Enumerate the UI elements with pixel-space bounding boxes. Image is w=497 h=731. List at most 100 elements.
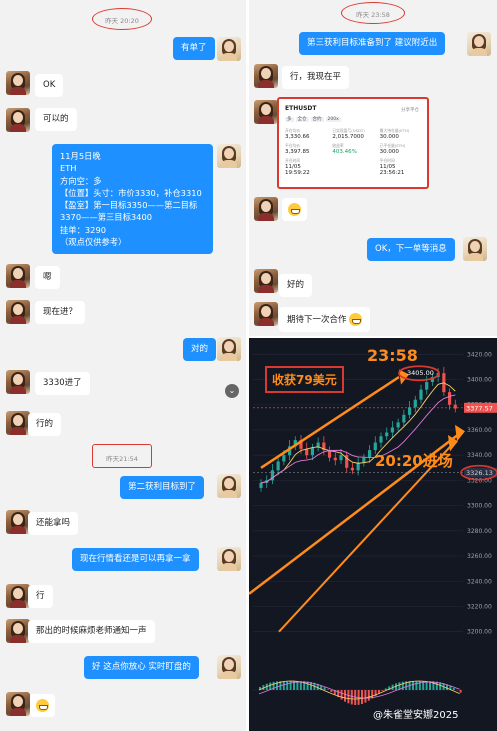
candle-body: [379, 436, 383, 443]
candle-body: [356, 462, 360, 471]
high-price-label: 3405.00: [407, 369, 434, 377]
avatar[interactable]: [217, 655, 241, 679]
scroll-down-button[interactable]: ⌄: [225, 384, 239, 398]
card-stats: 开仓均价 3,330.66 已实现盈亏(USDT) 2,015.7000 最大持仓量…: [285, 128, 410, 176]
candle-body: [407, 407, 412, 415]
message-in: 好的: [279, 274, 313, 297]
y-tick-label: 3340.00: [467, 452, 492, 459]
y-tick-label: 3420.00: [467, 351, 492, 358]
trade-result-card[interactable]: ETHUSDT 分享平仓 多全仓 合约 200x 开仓均价 3,330.66 已实现盈…: [277, 97, 429, 189]
avatar[interactable]: [6, 71, 30, 95]
candle-body: [276, 461, 280, 471]
arrow-head: [455, 424, 465, 442]
avatar[interactable]: [467, 32, 491, 56]
avatar[interactable]: [217, 37, 241, 61]
profit-annotation: 收获79美元: [265, 366, 344, 393]
candle-body: [350, 467, 355, 471]
exit-time-annotation: 23:58: [367, 346, 418, 365]
avatar[interactable]: [6, 264, 30, 288]
avatar[interactable]: [6, 510, 30, 534]
candle-body: [385, 432, 389, 437]
macd-bar: [361, 690, 363, 705]
message-out: 对的: [183, 338, 217, 361]
avatar[interactable]: [6, 619, 30, 643]
macd-bar: [340, 690, 343, 700]
entry-annotation: 20:20进场: [375, 452, 453, 470]
macd-bar: [330, 690, 333, 692]
macd-bar: [282, 681, 285, 690]
macd-bar: [412, 681, 414, 690]
candlestick-chart[interactable]: 3420.003400.003380.003360.003340.003320.…: [249, 338, 497, 731]
message-in: 现在进？: [35, 301, 86, 324]
y-tick-label: 3400.00: [467, 377, 492, 384]
grin-emoji-icon: [288, 203, 301, 216]
timestamp: 昨天21:54: [106, 455, 138, 463]
macd-bar: [350, 690, 353, 705]
message-in: 期待下一次合作: [279, 307, 371, 332]
avatar[interactable]: [217, 474, 241, 498]
avatar[interactable]: [6, 584, 30, 608]
right-chat-panel: 昨天 23:58 第三获利目标准备到了 建议附近出 行，我现在平 ETHUSDT…: [249, 0, 497, 336]
candle-body: [396, 422, 400, 428]
candle-body: [373, 442, 377, 451]
message-in: 3330进了: [35, 372, 90, 395]
message-out: 第二获利目标到了: [120, 476, 205, 499]
price-chart-panel[interactable]: 3420.003400.003380.003360.003340.003320.…: [249, 338, 497, 731]
y-tick-label: 3280.00: [467, 528, 492, 535]
watermark: @朱雀堂安娜2025: [373, 710, 459, 721]
entry-price-label: 3326.13: [466, 469, 493, 477]
avatar[interactable]: [217, 337, 241, 361]
y-tick-label: 3300.00: [467, 503, 492, 510]
timestamp: 昨天 20:20: [105, 17, 139, 25]
avatar[interactable]: [6, 108, 30, 132]
candle-body: [362, 457, 366, 463]
y-tick-label: 3360.00: [467, 427, 492, 434]
candle-body: [402, 414, 406, 423]
current-price-label: 3377.57: [466, 404, 493, 412]
grin-emoji-icon: [36, 699, 49, 712]
avatar[interactable]: [217, 144, 241, 168]
avatar[interactable]: [254, 100, 278, 124]
candle-body: [259, 482, 263, 488]
y-tick-label: 3220.00: [467, 603, 492, 610]
macd-bar: [364, 690, 367, 703]
avatar[interactable]: [6, 692, 30, 716]
message-out: 现在行情看还是可以再拿一拿: [72, 548, 199, 571]
macd-bar: [415, 681, 418, 690]
share-close-link[interactable]: 分享平仓: [401, 107, 419, 113]
message-in: 那出的时候麻烦老师通知一声: [28, 620, 155, 643]
avatar[interactable]: [6, 370, 30, 394]
y-tick-label: 3260.00: [467, 553, 492, 560]
avatar[interactable]: [217, 547, 241, 571]
message-in: 行，我现在平: [282, 66, 350, 89]
avatar[interactable]: [254, 64, 278, 88]
macd-bar: [418, 681, 421, 690]
message-in: 可以的: [35, 108, 77, 131]
message-out: OK，下一单等消息: [367, 238, 455, 261]
candle-body: [282, 455, 286, 462]
avatar[interactable]: [254, 269, 278, 293]
timestamp: 昨天 23:58: [356, 11, 390, 19]
avatar[interactable]: [6, 411, 30, 435]
emoji-message: [30, 694, 55, 717]
macd-bar: [286, 681, 289, 690]
macd-bar: [289, 681, 292, 690]
candle-body: [447, 392, 452, 405]
macd-bar: [344, 690, 346, 702]
macd-bar: [459, 690, 462, 693]
trade-signal-message: 11月5日晚 ETH 方向空：多 【位置】头寸：市价3330，补仓3310 【盈…: [52, 144, 213, 254]
avatar[interactable]: [463, 237, 487, 261]
avatar[interactable]: [254, 197, 278, 221]
message-in: 行的: [28, 413, 62, 436]
message-in: 嗯: [35, 266, 60, 289]
macd-bar: [367, 690, 370, 701]
message-out: 有单了: [173, 37, 215, 60]
candle-body: [310, 447, 315, 456]
avatar[interactable]: [254, 302, 278, 326]
candle-body: [390, 427, 395, 433]
candle-body: [419, 389, 423, 400]
message-out: 第三获利目标准备到了 建议附近出: [299, 32, 446, 55]
avatar[interactable]: [6, 300, 30, 324]
left-chat-panel: 昨天 20:20 有单了 OK 可以的 11月5日晚 ETH 方向空：多 【位置…: [0, 0, 246, 731]
macd-bar: [347, 690, 350, 704]
